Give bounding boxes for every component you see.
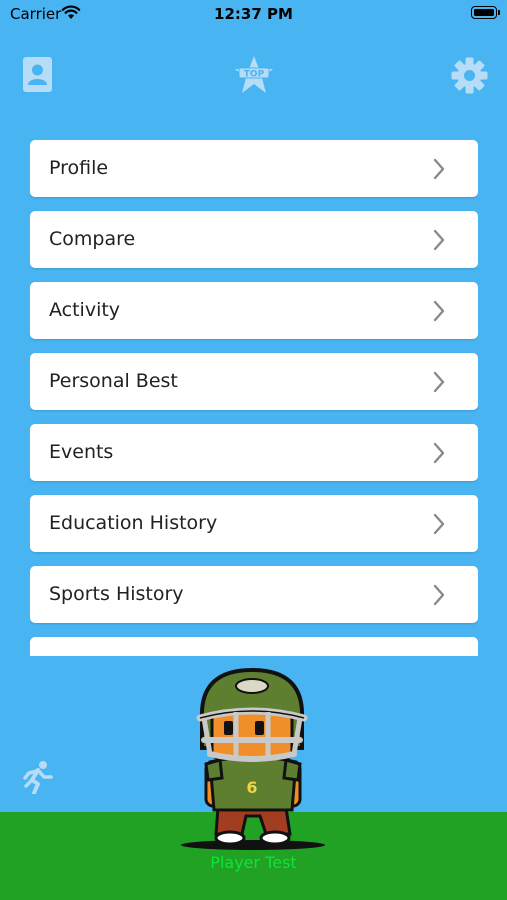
battery-icon [471,6,500,19]
chevron-right-icon [433,584,445,606]
menu-item-label: Sports History [49,583,184,605]
menu-item-label: Education History [49,512,218,534]
chevron-right-icon [433,371,445,393]
contact-card-icon[interactable] [22,56,53,93]
menu-item-label: Events [49,441,114,463]
menu-item-label: Activity [49,299,121,321]
player-name: Player Test [210,853,297,872]
menu-item-education-history[interactable]: Education History [30,495,478,552]
menu-item-personal-best[interactable]: Personal Best [30,353,478,410]
logo-text: TOP [244,70,265,80]
menu-item-partial[interactable] [30,637,478,656]
chevron-right-icon [433,513,445,535]
chevron-right-icon [433,229,445,251]
menu-item-label: Profile [49,157,109,179]
menu-item-sports-history[interactable]: Sports History [30,566,478,623]
menu-item-compare[interactable]: Compare [30,211,478,268]
gear-icon[interactable] [451,57,488,94]
menu-item-label: Compare [49,228,136,250]
player-avatar[interactable]: 6 [180,666,326,854]
menu-item-profile[interactable]: Profile [30,140,478,197]
status-time: 12:37 PM [214,5,293,23]
jersey-number: 6 [246,778,257,797]
chevron-right-icon [433,158,445,180]
menu-item-events[interactable]: Events [30,424,478,481]
menu-item-activity[interactable]: Activity [30,282,478,339]
status-bar: Carrier 12:37 PM [0,0,507,30]
menu-list[interactable]: Profile Compare Activity Personal Best E… [30,140,478,656]
running-person-icon[interactable] [22,760,54,794]
chevron-right-icon [433,300,445,322]
menu-item-label: Personal Best [49,370,178,392]
top-logo-icon[interactable]: TOP [233,55,275,95]
chevron-right-icon [433,442,445,464]
